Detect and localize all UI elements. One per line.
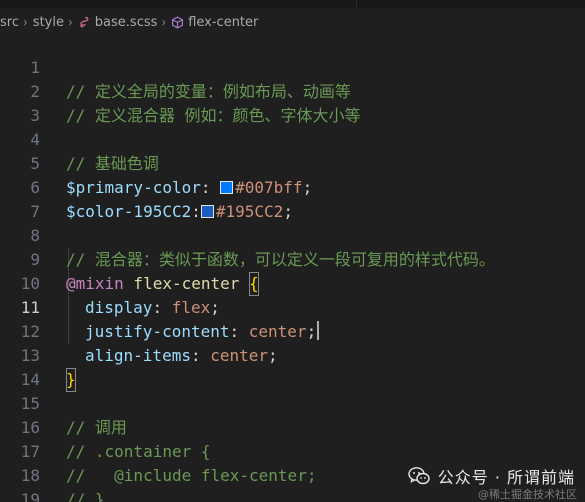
chevron-right-icon: › (161, 14, 167, 30)
line-number: 19 (20, 490, 40, 502)
code-line[interactable]: 7 (0, 176, 585, 221)
watermark: 公众号 · 所谓前端 (408, 464, 575, 488)
watermark-text: 公众号 · 所谓前端 (437, 468, 575, 487)
code-line[interactable]: 2 // 定义混合器 例如：颜色、字体大小等 (0, 56, 585, 125)
code-line[interactable]: 13 } (0, 320, 585, 392)
breadcrumb-symbol[interactable]: flex-center (188, 15, 258, 30)
code-text: // } (66, 490, 105, 502)
code-line[interactable]: 18 // } (0, 440, 585, 502)
code-line[interactable]: 12 align-items: center; (0, 296, 585, 365)
watermark-subtext: @稀土掘金技术社区 (478, 488, 577, 501)
code-line[interactable]: 6 $color-195CC2: #195CC2; (0, 152, 585, 221)
tab-divider (356, 0, 357, 8)
editor-window: src › style › base.scss › flex-center 1 … (0, 0, 585, 502)
tab-strip (0, 0, 585, 8)
wechat-icon (408, 467, 430, 485)
code-line[interactable]: 15 // 调用 (0, 368, 585, 437)
code-line[interactable]: 14 (0, 344, 585, 389)
code-line[interactable]: 3 (0, 80, 585, 125)
sass-icon (80, 16, 89, 28)
symbol-cube-icon (172, 16, 184, 28)
breadcrumb-src[interactable]: src (0, 15, 19, 30)
code-line[interactable]: 4 // 基础色调 (0, 104, 585, 173)
breadcrumb-file[interactable]: base.scss (95, 15, 158, 30)
code-line[interactable]: 9 @mixin flex-center { (0, 224, 585, 296)
code-line[interactable]: 1 // 定义全局的变量：例如布局、动画等 (0, 32, 585, 101)
code-line[interactable]: 16 // .container { (0, 392, 585, 461)
code-editor[interactable]: 1 // 定义全局的变量：例如布局、动画等 2 // 定义混合器 例如：颜色、字… (0, 32, 585, 502)
code-line[interactable]: 8 // 混合器：类似于函数，可以定义一段可复用的样式代码。 (0, 200, 585, 269)
code-line[interactable]: 17 // @include flex-center; (0, 416, 585, 485)
chevron-right-icon: › (67, 14, 73, 30)
code-line[interactable]: 5 $primary-color: #007bff; (0, 128, 585, 197)
code-line-active[interactable]: 11 justify-content: center; (0, 272, 585, 341)
breadcrumb-style[interactable]: style (33, 15, 64, 30)
chevron-right-icon: › (22, 14, 28, 30)
code-line[interactable]: 10 display: flex; (0, 248, 585, 317)
